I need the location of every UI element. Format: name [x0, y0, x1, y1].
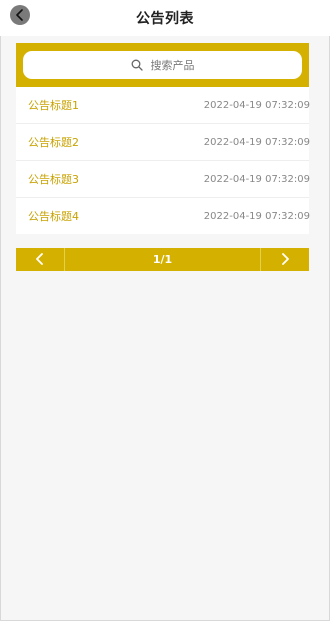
- header: 公告列表: [0, 0, 330, 36]
- announcement-title: 公告标题4: [28, 210, 79, 223]
- search-input[interactable]: 搜索产品: [23, 51, 302, 79]
- list-item[interactable]: 公告标题1 2022-04-19 07:32:09: [16, 87, 310, 124]
- search-placeholder: 搜索产品: [150, 59, 195, 72]
- list-item[interactable]: 公告标题2 2022-04-19 07:32:09: [16, 124, 310, 161]
- search-bar: 搜索产品: [16, 43, 309, 87]
- announcement-title: 公告标题2: [28, 136, 79, 149]
- announcement-time: 2022-04-19 07:32:09: [203, 136, 310, 148]
- announcement-time: 2022-04-19 07:32:09: [203, 173, 310, 185]
- list-item[interactable]: 公告标题3 2022-04-19 07:32:09: [16, 161, 310, 198]
- announcement-list: 公告标题1 2022-04-19 07:32:09 公告标题2 2022-04-…: [16, 87, 310, 234]
- announcement-time: 2022-04-19 07:32:09: [203, 210, 310, 222]
- chevron-right-icon: [280, 250, 290, 269]
- announcement-title: 公告标题3: [28, 173, 79, 186]
- announcement-time: 2022-04-19 07:32:09: [203, 99, 310, 111]
- list-item[interactable]: 公告标题4 2022-04-19 07:32:09: [16, 198, 310, 234]
- announcement-title: 公告标题1: [28, 99, 79, 112]
- prev-page-button[interactable]: [16, 248, 65, 271]
- chevron-left-icon: [35, 250, 45, 269]
- pagination: 1/1: [16, 248, 309, 271]
- search-icon: [131, 59, 143, 71]
- next-page-button[interactable]: [260, 248, 309, 271]
- page-title: 公告列表: [136, 11, 194, 27]
- page-indicator: 1/1: [152, 253, 173, 266]
